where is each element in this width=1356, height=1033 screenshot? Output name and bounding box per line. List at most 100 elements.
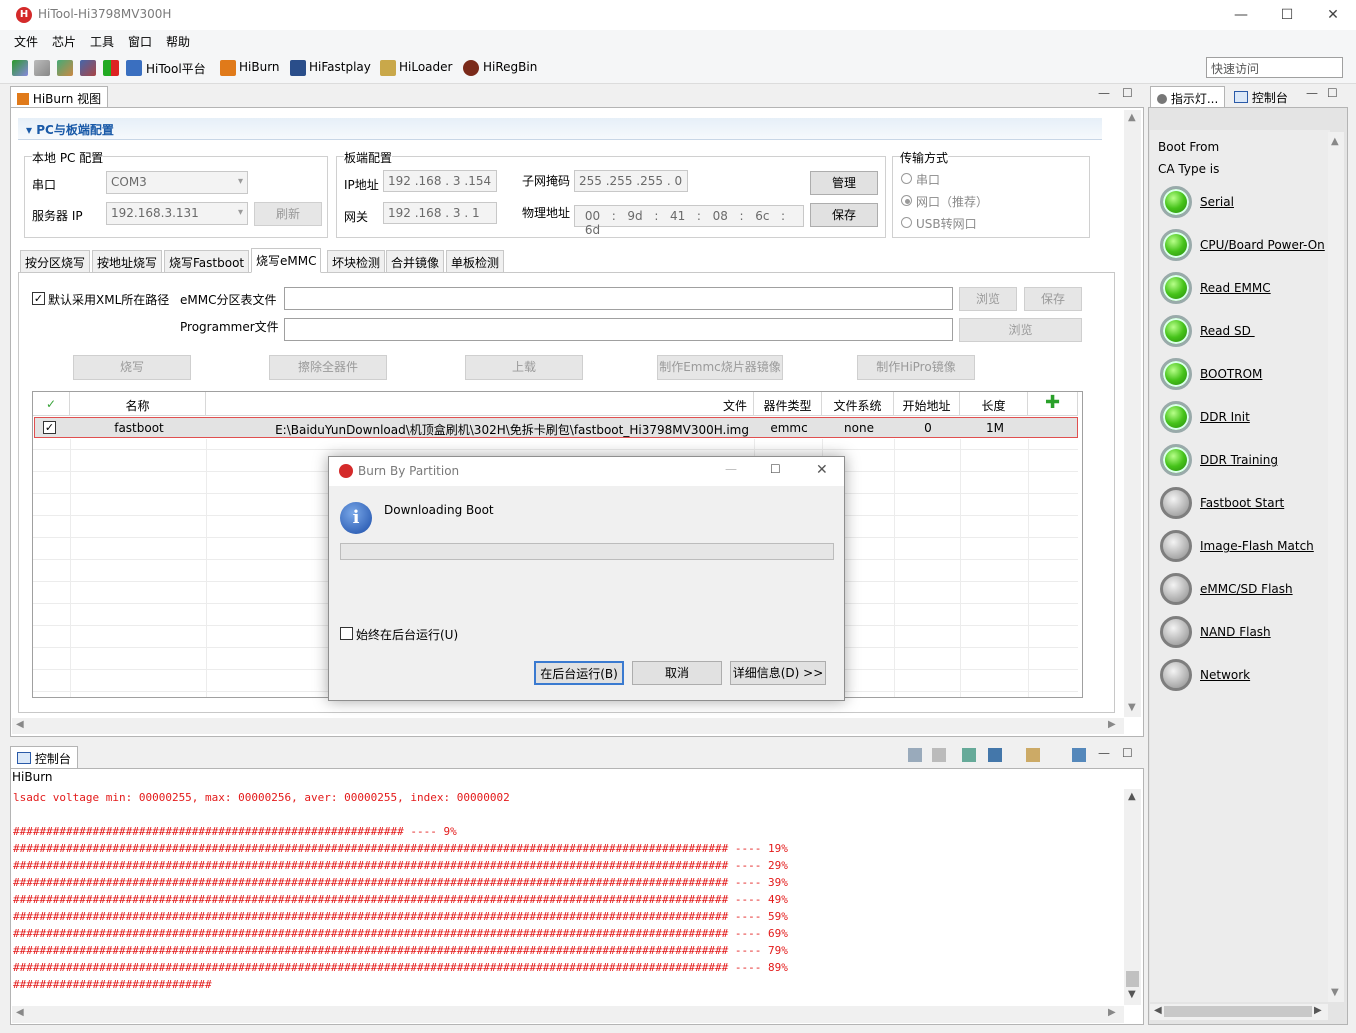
hitool-platform-button[interactable]: HiTool平台 xyxy=(146,60,206,77)
browse-partition-button[interactable]: 浏览 xyxy=(959,287,1017,311)
tab-address-burn[interactable]: 按地址烧写 xyxy=(92,250,163,273)
indicator-label[interactable]: DDR Training xyxy=(1200,453,1278,467)
right-minimize-icon[interactable]: — xyxy=(1306,86,1318,100)
hiregbin-button[interactable]: HiRegBin xyxy=(483,60,537,74)
manage-button[interactable]: 管理 xyxy=(810,171,878,195)
programmer-file-input[interactable] xyxy=(284,318,953,341)
hifastplay-button[interactable]: HiFastplay xyxy=(309,60,371,74)
hiloader-icon[interactable] xyxy=(380,60,396,76)
details-button[interactable]: 详细信息(D) >> xyxy=(730,661,826,685)
indicator-tab[interactable]: 指示灯... xyxy=(1150,86,1226,108)
hiburn-button[interactable]: HiBurn xyxy=(239,60,280,74)
tab-badblock-check[interactable]: 坏块检测 xyxy=(327,250,386,273)
disconnect-icon[interactable] xyxy=(34,60,50,76)
menu-chip[interactable]: 芯片 xyxy=(52,33,76,50)
hiburn-icon[interactable] xyxy=(220,60,236,76)
close-button[interactable]: ✕ xyxy=(1310,0,1356,30)
console-vertical-scrollbar[interactable]: ▲ ▼ xyxy=(1124,789,1141,1005)
board-ip-field[interactable]: 192 .168 . 3 .154 xyxy=(383,170,497,192)
indicator-label[interactable]: Read SD xyxy=(1200,324,1255,338)
save-partition-button[interactable]: 保存 xyxy=(1024,287,1082,311)
save-config-button[interactable]: 保存 xyxy=(810,203,878,227)
view-maximize-icon[interactable]: ☐ xyxy=(1122,86,1133,100)
home-icon[interactable] xyxy=(126,60,142,76)
cancel-button[interactable]: 取消 xyxy=(632,661,722,685)
right-vertical-scrollbar[interactable]: ▲ ▼ xyxy=(1328,132,1344,1002)
browse-programmer-button[interactable]: 浏览 xyxy=(959,318,1082,342)
indicator-label[interactable]: Serial xyxy=(1200,195,1234,209)
burn-button[interactable]: 烧写 xyxy=(73,355,191,380)
subnet-mask-field[interactable]: 255 .255 .255 . 0 xyxy=(574,170,688,192)
dialog-close-button[interactable]: ✕ xyxy=(816,462,828,478)
table-row[interactable]: ✓ fastboot E:\BaiduYunDownload\机顶盒刷机\302… xyxy=(34,417,1078,438)
view-minimize-icon[interactable]: — xyxy=(1098,86,1110,100)
dialog-minimize-button[interactable]: — xyxy=(725,462,737,476)
main-horizontal-scrollbar[interactable]: ◀ ▶ xyxy=(12,718,1124,734)
right-console-tab[interactable]: 控制台 xyxy=(1234,89,1288,106)
menu-window[interactable]: 窗口 xyxy=(128,33,152,50)
partition-file-input[interactable] xyxy=(284,287,953,310)
serial-port-select[interactable]: COM3 ▾ xyxy=(106,171,248,194)
scroll-lock-icon[interactable] xyxy=(932,748,946,762)
indicator-label[interactable]: Read EMMC xyxy=(1200,281,1271,295)
indicator-label[interactable]: Fastboot Start xyxy=(1200,496,1284,510)
console-minimize-icon[interactable]: — xyxy=(1098,746,1110,760)
pin-console-icon[interactable] xyxy=(962,748,976,762)
run-background-button[interactable]: 在后台运行(B) xyxy=(534,661,624,685)
right-maximize-icon[interactable]: ☐ xyxy=(1327,86,1338,100)
upload-button[interactable]: 上载 xyxy=(465,355,583,380)
hiloader-button[interactable]: HiLoader xyxy=(399,60,452,74)
indicator-label[interactable]: CPU/Board Power-On xyxy=(1200,238,1325,252)
open-console-icon[interactable] xyxy=(1072,748,1086,762)
tab-board-check[interactable]: 单板检测 xyxy=(446,250,505,273)
indicator-label[interactable]: Image-Flash Match xyxy=(1200,539,1314,553)
right-horizontal-scrollbar[interactable]: ◀ ▶ xyxy=(1150,1004,1328,1020)
mac-field[interactable]: 00 : 9d : 41 : 08 : 6c : 6d xyxy=(574,205,804,237)
tab-emmc-burn[interactable]: 烧写eMMC xyxy=(251,248,322,273)
pc-board-config-header[interactable]: ▾ PC与板端配置 xyxy=(18,118,1102,140)
xml-path-checkbox[interactable]: ✓ xyxy=(32,292,45,305)
minimize-button[interactable]: — xyxy=(1218,0,1264,30)
tab-partition-burn[interactable]: 按分区烧写 xyxy=(20,250,91,273)
menu-file[interactable]: 文件 xyxy=(14,33,38,50)
menu-tools[interactable]: 工具 xyxy=(90,33,114,50)
dialog-maximize-button[interactable]: ☐ xyxy=(770,462,781,476)
main-vertical-scrollbar[interactable]: ▲ ▼ xyxy=(1124,110,1141,717)
add-row-icon[interactable]: ✚ xyxy=(1028,392,1078,416)
network-radio[interactable] xyxy=(901,195,912,206)
select-all-check-icon[interactable]: ✓ xyxy=(33,392,70,416)
usb-radio[interactable] xyxy=(901,217,912,228)
hiregbin-icon[interactable] xyxy=(463,60,479,76)
connect-icon[interactable] xyxy=(12,60,28,76)
console-tab[interactable]: 控制台 xyxy=(10,746,78,768)
chip-icon[interactable] xyxy=(57,60,73,76)
menu-help[interactable]: 帮助 xyxy=(166,33,190,50)
tab-fastboot-burn[interactable]: 烧写Fastboot xyxy=(164,250,250,273)
indicator-label[interactable]: eMMC/SD Flash xyxy=(1200,582,1293,596)
console-scroll-thumb[interactable] xyxy=(1126,971,1139,987)
indicator-label[interactable]: Network xyxy=(1200,668,1250,682)
right-scroll-thumb[interactable] xyxy=(1164,1006,1312,1017)
server-ip-select[interactable]: 192.168.3.131 ▾ xyxy=(106,202,248,225)
console-maximize-icon[interactable]: ☐ xyxy=(1122,746,1133,760)
clear-console-icon[interactable] xyxy=(908,748,922,762)
row-checkbox[interactable]: ✓ xyxy=(43,421,56,434)
serial-radio[interactable] xyxy=(901,173,912,184)
transfer-icon[interactable] xyxy=(103,60,119,76)
refresh-button[interactable]: 刷新 xyxy=(254,202,322,226)
indicator-label[interactable]: BOOTROM xyxy=(1200,367,1262,381)
display-console-icon[interactable] xyxy=(988,748,1002,762)
hifastplay-icon[interactable] xyxy=(290,60,306,76)
maximize-button[interactable]: ☐ xyxy=(1264,0,1310,30)
gateway-field[interactable]: 192 .168 . 3 . 1 xyxy=(383,202,497,224)
make-emmc-image-button[interactable]: 制作Emmc烧片器镜像 xyxy=(657,355,783,380)
tab-merge-image[interactable]: 合并镜像 xyxy=(386,250,445,273)
quick-access-input[interactable]: 快速访问 xyxy=(1206,57,1343,78)
console-horizontal-scrollbar[interactable]: ◀ ▶ xyxy=(12,1006,1124,1023)
indicator-label[interactable]: NAND Flash xyxy=(1200,625,1271,639)
board-icon[interactable] xyxy=(80,60,96,76)
new-console-icon[interactable] xyxy=(1026,748,1040,762)
erase-all-button[interactable]: 擦除全器件 xyxy=(269,355,387,380)
hiburn-view-tab[interactable]: HiBurn 视图 xyxy=(10,86,109,108)
indicator-label[interactable]: DDR Init xyxy=(1200,410,1250,424)
